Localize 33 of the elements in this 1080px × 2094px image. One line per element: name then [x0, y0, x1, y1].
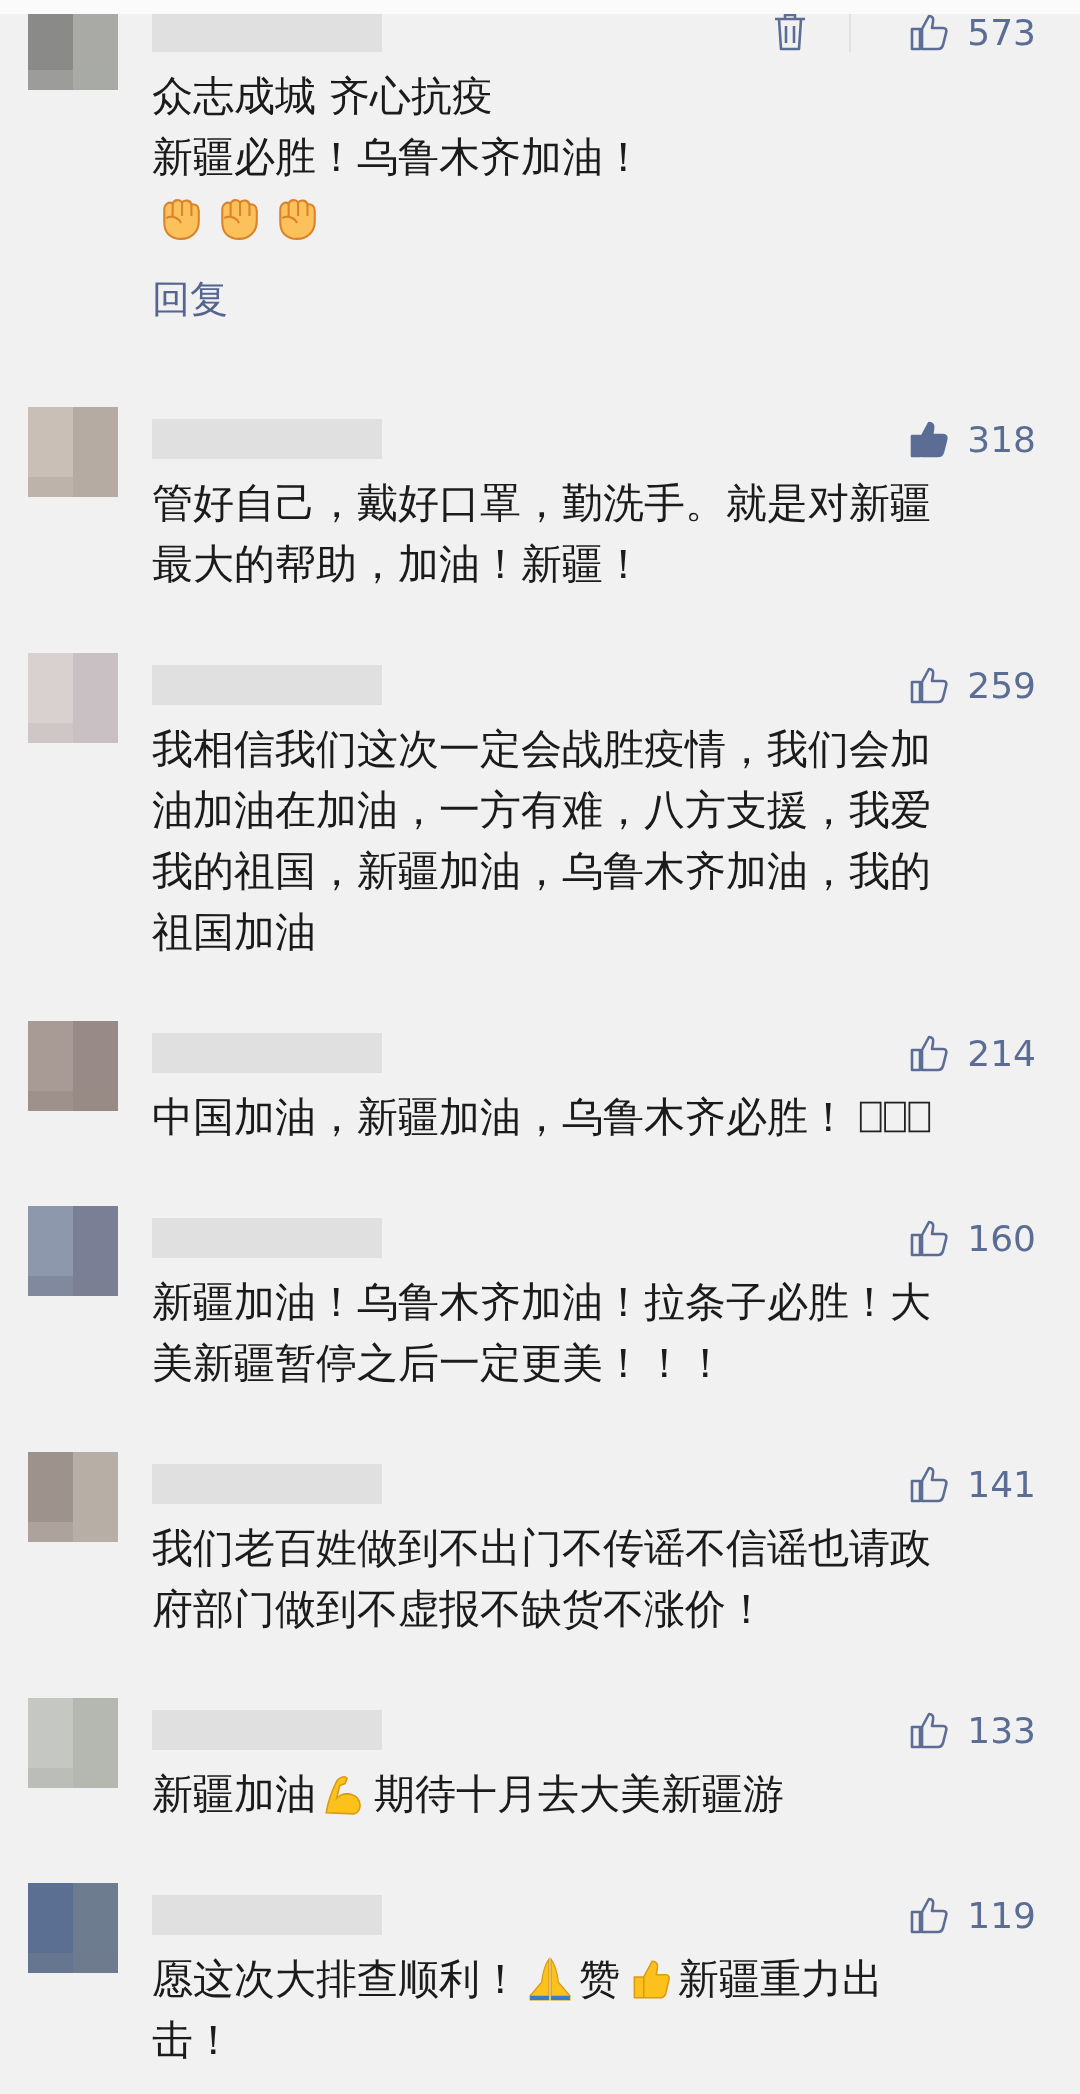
- like-count: 160: [967, 1217, 1036, 1259]
- comment-text: 新疆重力出: [678, 1955, 883, 2003]
- comment-text: 新疆必胜！乌鲁木齐加油！: [152, 133, 644, 181]
- comment-text: 我们老百姓做到不出门不传谣不信谣也请政府部门做到不虚报不缺货不涨价！: [152, 1524, 931, 1633]
- thumbs-up-icon[interactable]: [909, 1033, 950, 1073]
- comment-text: 中国加油，新疆加油，乌鲁木齐必胜！: [152, 1093, 849, 1141]
- thumbs-up-icon[interactable]: [909, 665, 950, 705]
- comment-text: 期待十月去大美新疆游: [374, 1770, 784, 1818]
- like-count: 259: [967, 664, 1036, 706]
- comment-text: 赞: [579, 1955, 620, 2003]
- reply-link[interactable]: 回复: [152, 274, 228, 325]
- thumbs-up-icon[interactable]: [909, 1464, 950, 1504]
- thumbs-up-icon[interactable]: [909, 1218, 950, 1258]
- comment-text: 我相信我们这次一定会战胜疫情，我们会加油加油在加油，一方有难，八方支援，我爱我的祖国，新疆加油，乌鲁木齐加油，我的祖国加油: [152, 725, 931, 956]
- like-count: 214: [967, 1032, 1036, 1074]
- like-count: 141: [967, 1463, 1036, 1505]
- missing-glyph-icon: [859, 1099, 931, 1135]
- thumbs-up-icon[interactable]: [909, 14, 950, 52]
- thumbs-up-icon[interactable]: [909, 419, 950, 459]
- folded-hands-emoji-icon: [527, 1956, 573, 2002]
- comment-text: 击！: [152, 2016, 234, 2064]
- trash-icon[interactable]: [773, 14, 808, 52]
- comment-text: 新疆加油: [152, 1770, 316, 1818]
- comment-text: 众志成城 齐心抗疫: [152, 72, 494, 120]
- thumbs-up-icon[interactable]: [909, 1710, 950, 1750]
- like-count: 133: [967, 1709, 1036, 1751]
- like-count: 119: [967, 1894, 1036, 1936]
- like-count: 573: [967, 14, 1036, 53]
- like-count: 318: [967, 418, 1036, 460]
- comment-text: 愿这次大排查顺利！: [152, 1955, 521, 2003]
- comment-text: 新疆加油！乌鲁木齐加油！拉条子必胜！大美新疆暂停之后一定更美！！！: [152, 1278, 931, 1387]
- comment-text: 管好自己，戴好口罩，勤洗手。就是对新疆最大的帮助，加油！新疆！: [152, 479, 931, 588]
- thumbs-up-icon[interactable]: [909, 1895, 950, 1935]
